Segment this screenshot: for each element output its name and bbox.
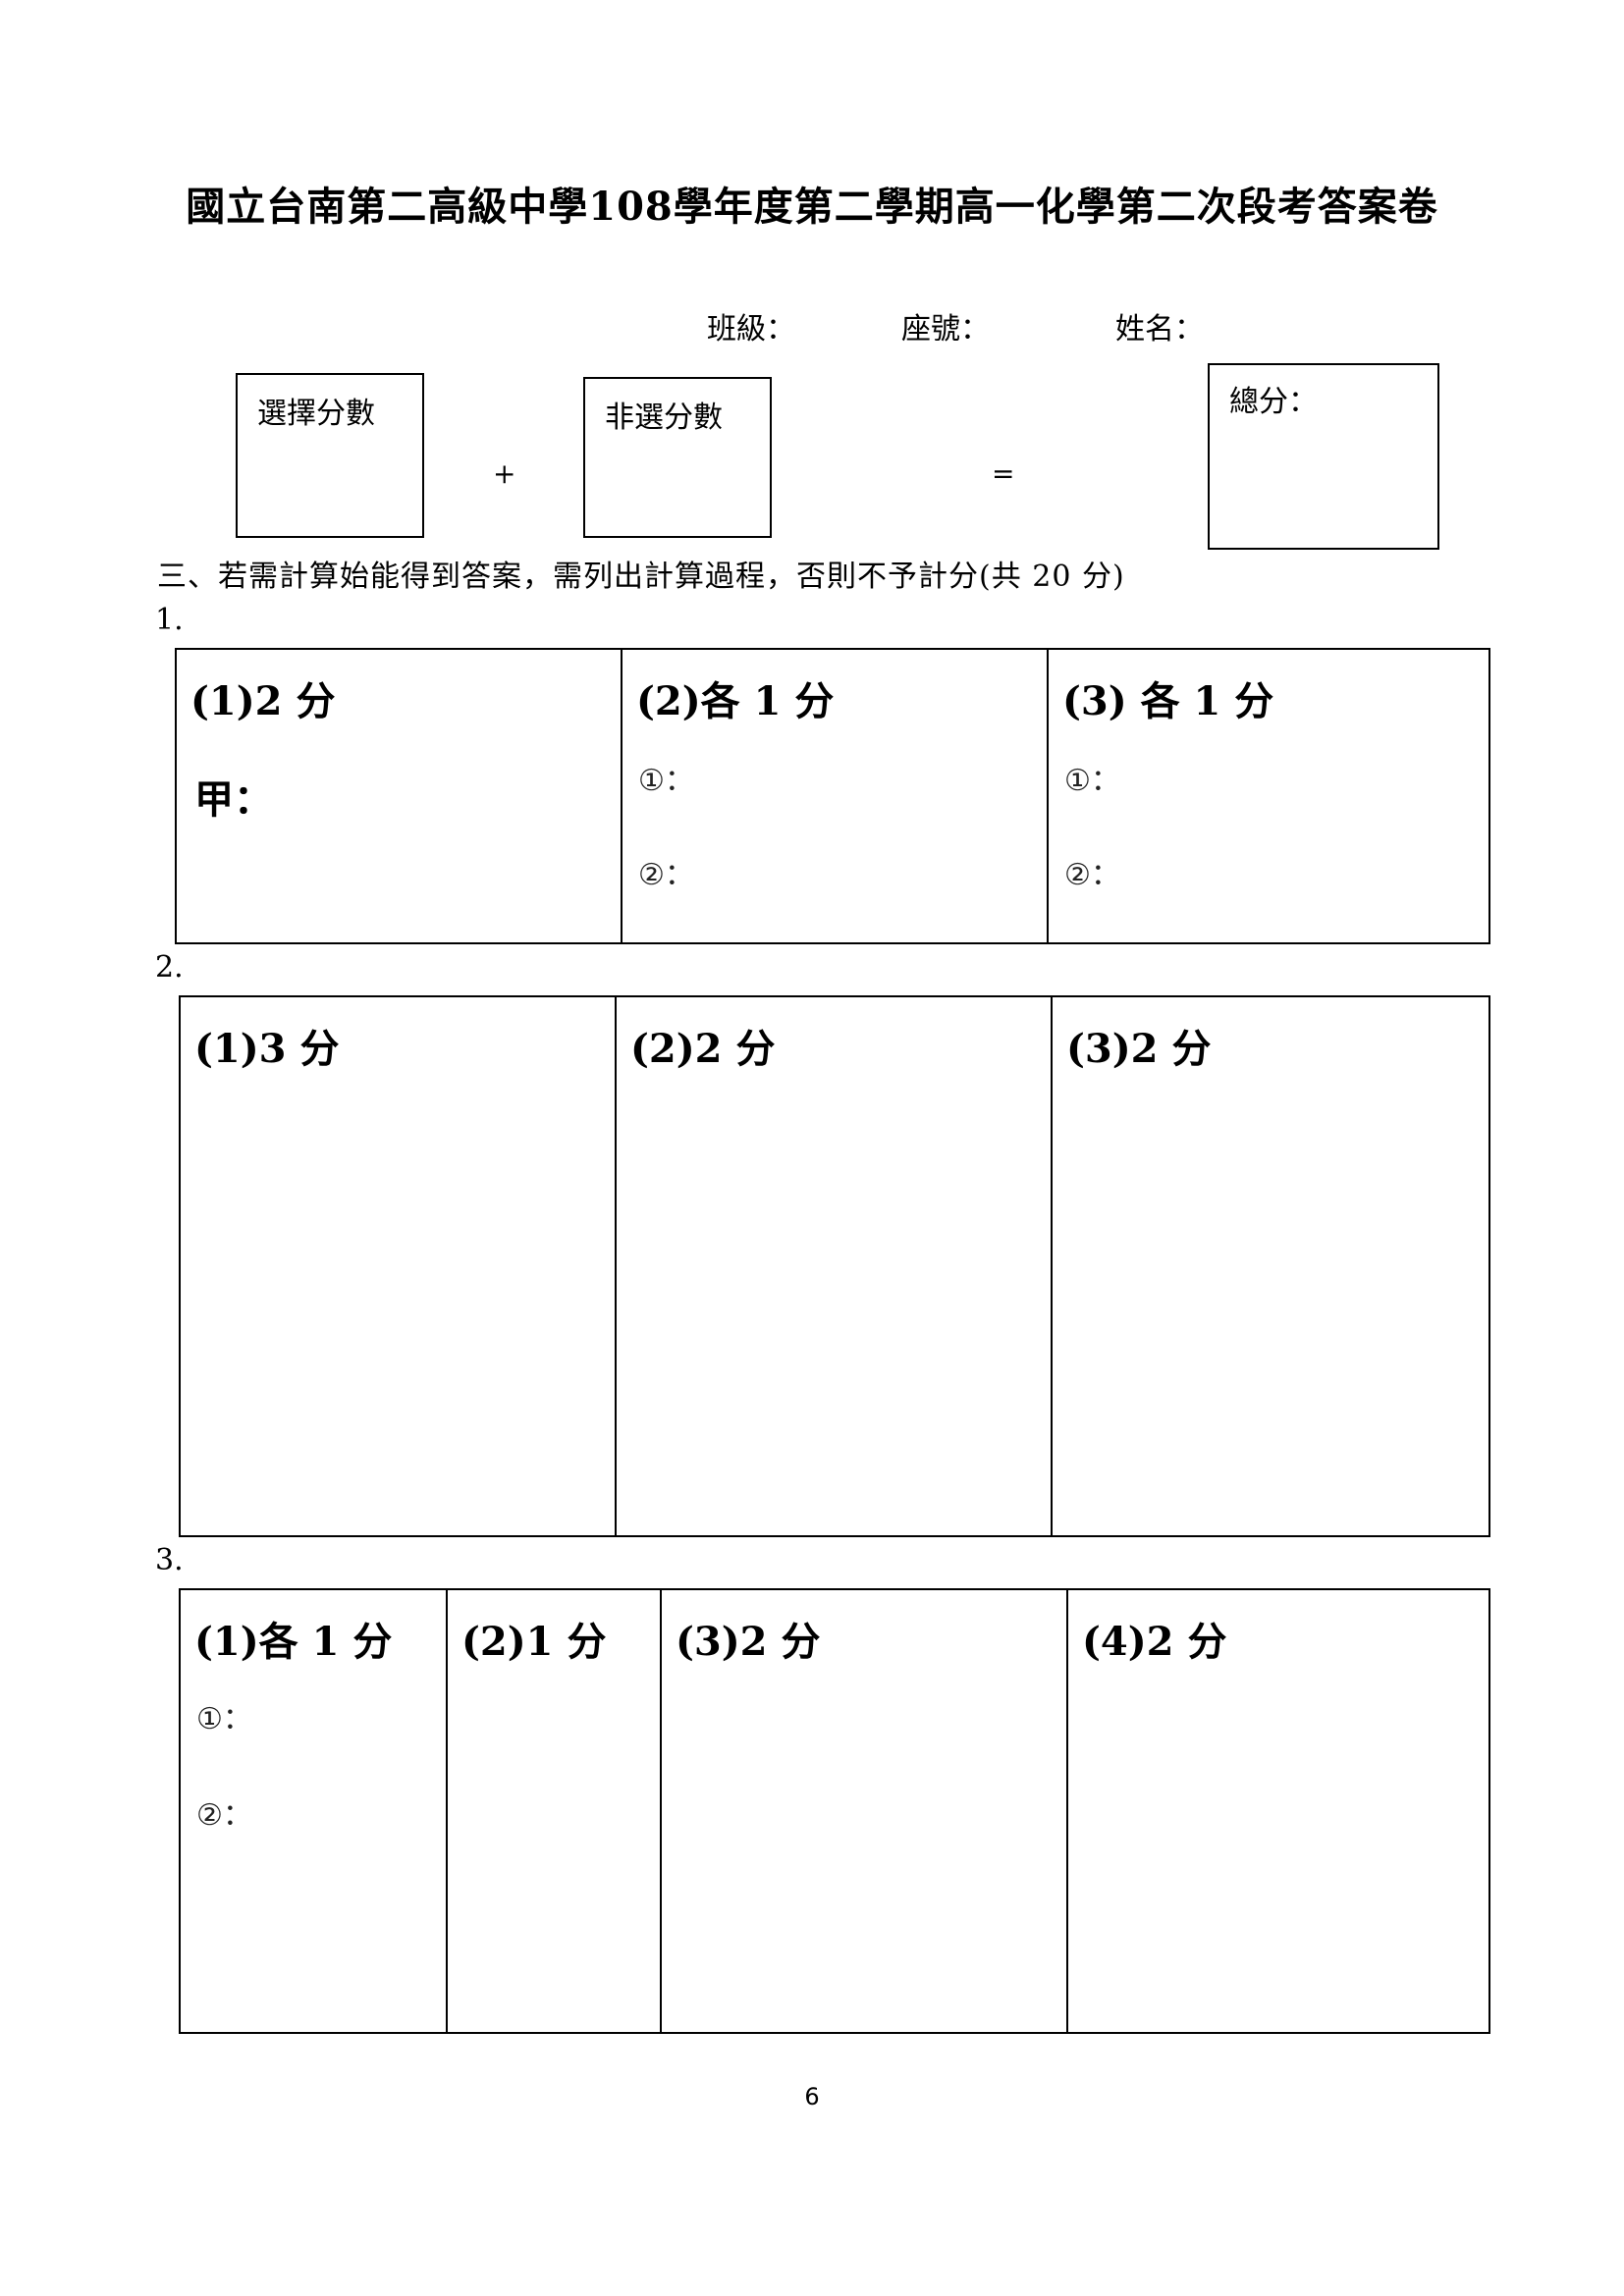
q3-cell-1-title: (1)各 1 分	[194, 1619, 393, 1665]
class-label: 班級：	[707, 312, 795, 347]
q2-cell-2-title: (2)2 分	[630, 1026, 776, 1072]
question-2-table: (1)3 分 (2)2 分 (3)2 分	[179, 995, 1490, 1537]
q3-cell-4-title: (4)2 分	[1082, 1619, 1227, 1665]
q2-answer-cell-3[interactable]: (3)2 分	[1051, 995, 1490, 1537]
q1-cell-3-sub-2: ②：	[1064, 858, 1120, 892]
question-2-number: 2.	[155, 950, 184, 985]
q3-cell-3-title: (3)2 分	[676, 1619, 821, 1665]
section-instruction: 三、若需計算始能得到答案，需列出計算過程，否則不予計分(共 20 分)	[157, 560, 1125, 594]
choice-score-box[interactable]: 選擇分數	[236, 373, 424, 538]
q1-cell-3-sub-1: ①：	[1064, 764, 1120, 798]
q1-cell-1-jia-label: 甲：	[194, 776, 273, 823]
q1-cell-2-title: (2)各 1 分	[636, 678, 835, 724]
page-number: 6	[804, 2083, 820, 2110]
total-score-box[interactable]: 總分：	[1208, 363, 1439, 550]
q2-answer-cell-1[interactable]: (1)3 分	[179, 995, 617, 1537]
q3-answer-cell-4[interactable]: (4)2 分	[1066, 1588, 1490, 2034]
q2-cell-3-title: (3)2 分	[1066, 1026, 1212, 1072]
equals-sign: =	[992, 457, 1015, 490]
nonchoice-score-label: 非選分數	[605, 400, 723, 435]
q3-answer-cell-2[interactable]: (2)1 分	[446, 1588, 662, 2034]
q1-answer-cell-1[interactable]: (1)2 分 甲：	[175, 648, 623, 944]
seat-label: 座號：	[901, 312, 990, 347]
q1-cell-1-title: (1)2 分	[190, 678, 336, 724]
question-1-table: (1)2 分 甲： (2)各 1 分 ①： ②： (3) 各 1 分 ①： ②：	[175, 648, 1490, 944]
q1-answer-cell-2[interactable]: (2)各 1 分 ①： ②：	[621, 648, 1049, 944]
q3-answer-cell-3[interactable]: (3)2 分	[660, 1588, 1068, 2034]
q3-answer-cell-1[interactable]: (1)各 1 分 ①： ②：	[179, 1588, 448, 2034]
question-1-number: 1.	[155, 603, 184, 637]
plus-sign: +	[493, 457, 516, 490]
q2-cell-1-title: (1)3 分	[194, 1026, 340, 1072]
question-3-number: 3.	[155, 1543, 184, 1577]
q3-cell-1-sub-2: ②：	[196, 1798, 252, 1833]
q3-cell-1-sub-1: ①：	[196, 1702, 252, 1736]
question-3-table: (1)各 1 分 ①： ②： (2)1 分 (3)2 分 (4)2 分	[179, 1588, 1490, 2034]
q1-answer-cell-3[interactable]: (3) 各 1 分 ①： ②：	[1047, 648, 1490, 944]
q1-cell-3-title: (3) 各 1 分	[1062, 678, 1274, 724]
q1-cell-2-sub-1: ①：	[638, 764, 694, 798]
name-label: 姓名：	[1115, 312, 1204, 347]
q3-cell-2-title: (2)1 分	[461, 1619, 607, 1665]
total-score-label: 總分：	[1229, 385, 1318, 419]
choice-score-label: 選擇分數	[257, 397, 375, 431]
nonchoice-score-box[interactable]: 非選分數	[583, 377, 772, 538]
page-title: 國立台南第二高級中學108學年度第二學期高一化學第二次段考答案卷	[186, 184, 1438, 230]
q1-cell-2-sub-2: ②：	[638, 858, 694, 892]
q2-answer-cell-2[interactable]: (2)2 分	[615, 995, 1053, 1537]
